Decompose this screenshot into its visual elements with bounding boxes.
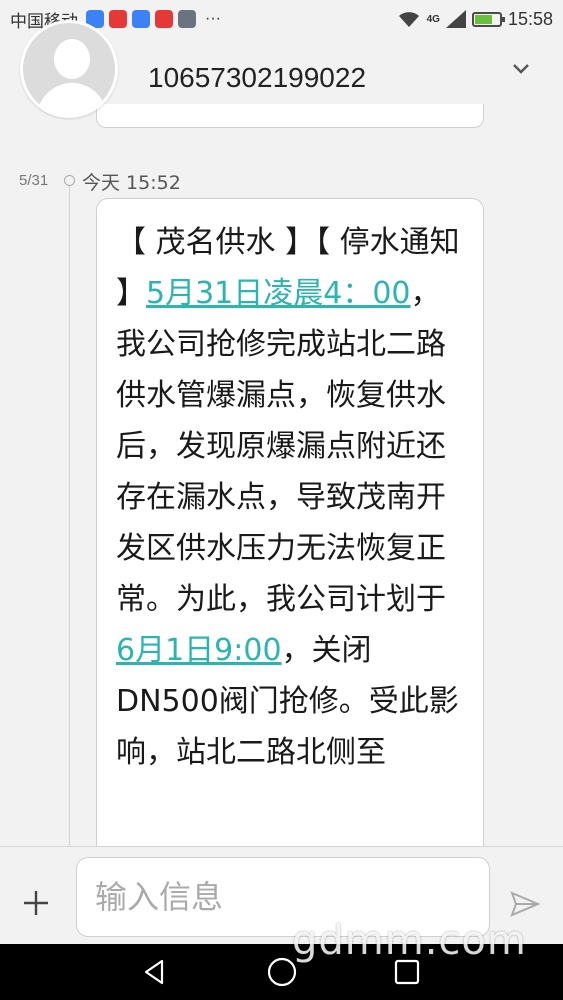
contact-avatar[interactable] — [20, 20, 118, 118]
photo-icon — [178, 10, 196, 28]
wifi-icon — [398, 12, 419, 27]
date-link[interactable]: 6月1日9:00 — [116, 633, 282, 668]
battery-level-fill — [474, 14, 492, 24]
battery-icon — [471, 11, 505, 27]
timeline-dot-icon — [64, 175, 75, 186]
weibo-app-icon — [109, 10, 127, 28]
avatar-body-shape — [37, 83, 107, 115]
more-notifications-indicator: ··· — [205, 10, 221, 27]
watermark: gdmm.com — [292, 918, 527, 964]
timeline-line — [69, 186, 70, 846]
message-date: 5/31 — [19, 172, 49, 189]
message-text-segment: ，我公司抢修完成站北二路供水管爆漏点，恢复供水后，发现原爆漏点附近还存在漏水点，… — [116, 276, 446, 617]
message-bubble[interactable]: 【 茂名供水 】【 停水通知 】5月31日凌晨4：00，我公司抢修完成站北二路供… — [96, 198, 484, 858]
back-icon[interactable] — [140, 958, 168, 986]
contact-number[interactable]: 10657302199022 — [148, 62, 366, 94]
status-time: 15:58 — [507, 8, 553, 29]
avatar-head-shape — [54, 39, 90, 79]
weibo-app-icon — [155, 10, 173, 28]
message-time: 今天 15:52 — [82, 172, 181, 194]
date-link[interactable]: 5月31日凌晨4：00 — [146, 276, 411, 311]
chevron-down-icon[interactable] — [511, 62, 531, 76]
plus-icon[interactable] — [22, 889, 50, 917]
app-icon — [132, 10, 150, 28]
previous-message-bubble[interactable] — [96, 104, 484, 128]
network-type: 4G — [426, 13, 440, 25]
send-icon[interactable] — [510, 891, 540, 917]
signal-icon — [445, 10, 466, 28]
message-text: 【 茂名供水 】【 停水通知 】5月31日凌晨4：00，我公司抢修完成站北二路供… — [97, 199, 483, 778]
